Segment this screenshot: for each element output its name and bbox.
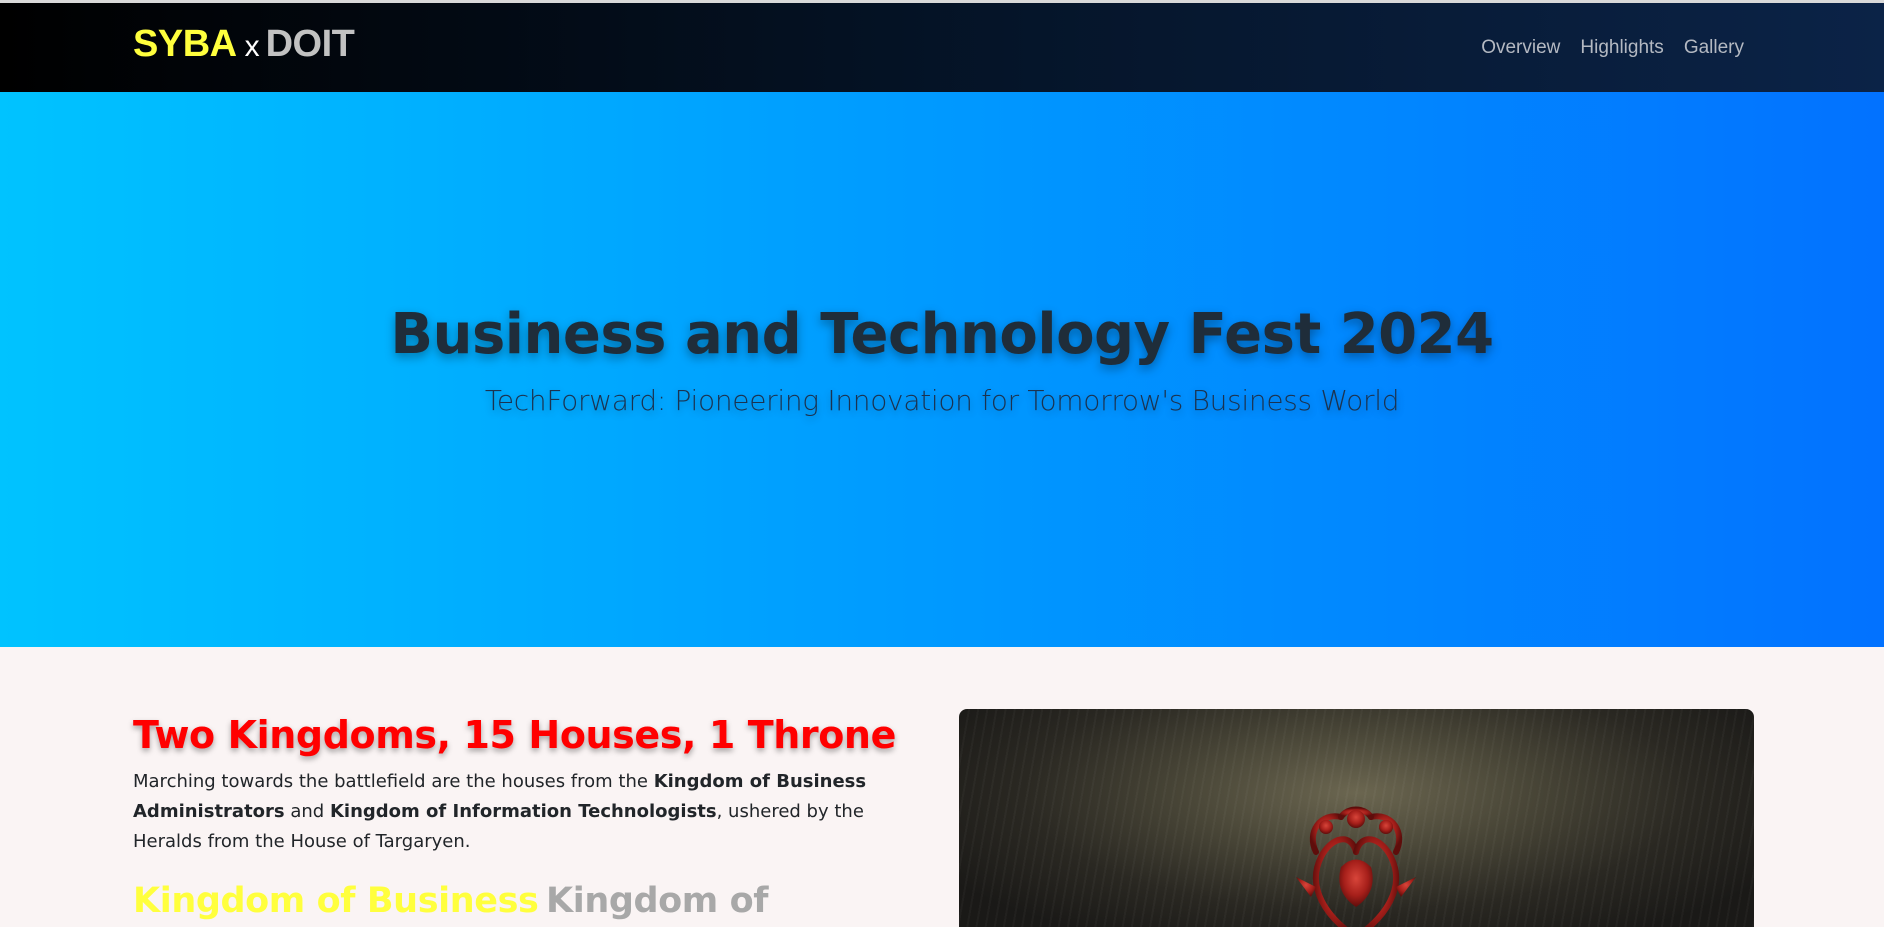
about-bold-it: Kingdom of Information Technologists — [329, 801, 717, 822]
nav-link-gallery[interactable]: Gallery — [1684, 37, 1744, 59]
about-text-part-1: Marching towards the battlefield are the… — [133, 771, 654, 792]
kingdom-business-heading: Kingdom of Business — [133, 881, 539, 921]
nav-link-overview[interactable]: Overview — [1481, 37, 1560, 59]
navbar: SYBA x DOIT Overview Highlights Gallery — [0, 3, 1884, 92]
page: SYBA x DOIT Overview Highlights Gallery … — [0, 0, 1884, 927]
hero-subtitle: TechForward: Pioneering Innovation for T… — [484, 384, 1400, 417]
targaryen-dragon-sigil-icon — [1296, 806, 1416, 927]
house-banner-image — [959, 709, 1754, 927]
brand-doit: DOIT — [265, 23, 355, 65]
nav-links: Overview Highlights Gallery — [1481, 37, 1744, 59]
hero-section: Business and Technology Fest 2024 TechFo… — [0, 92, 1884, 647]
brand-syba: SYBA — [133, 23, 237, 65]
kingdom-it-heading: Kingdom of — [546, 881, 769, 921]
about-section: Two Kingdoms, 15 Houses, 1 Throne Marchi… — [0, 647, 1884, 927]
about-title: Two Kingdoms, 15 Houses, 1 Throne — [133, 713, 896, 757]
brand-logo[interactable]: SYBA x DOIT — [133, 23, 355, 69]
hero-title: Business and Technology Fest 2024 — [390, 302, 1494, 367]
about-text-part-2: and — [284, 801, 330, 822]
about-text: Marching towards the battlefield are the… — [133, 767, 913, 857]
nav-link-highlights[interactable]: Highlights — [1580, 37, 1663, 59]
brand-x: x — [244, 30, 260, 63]
